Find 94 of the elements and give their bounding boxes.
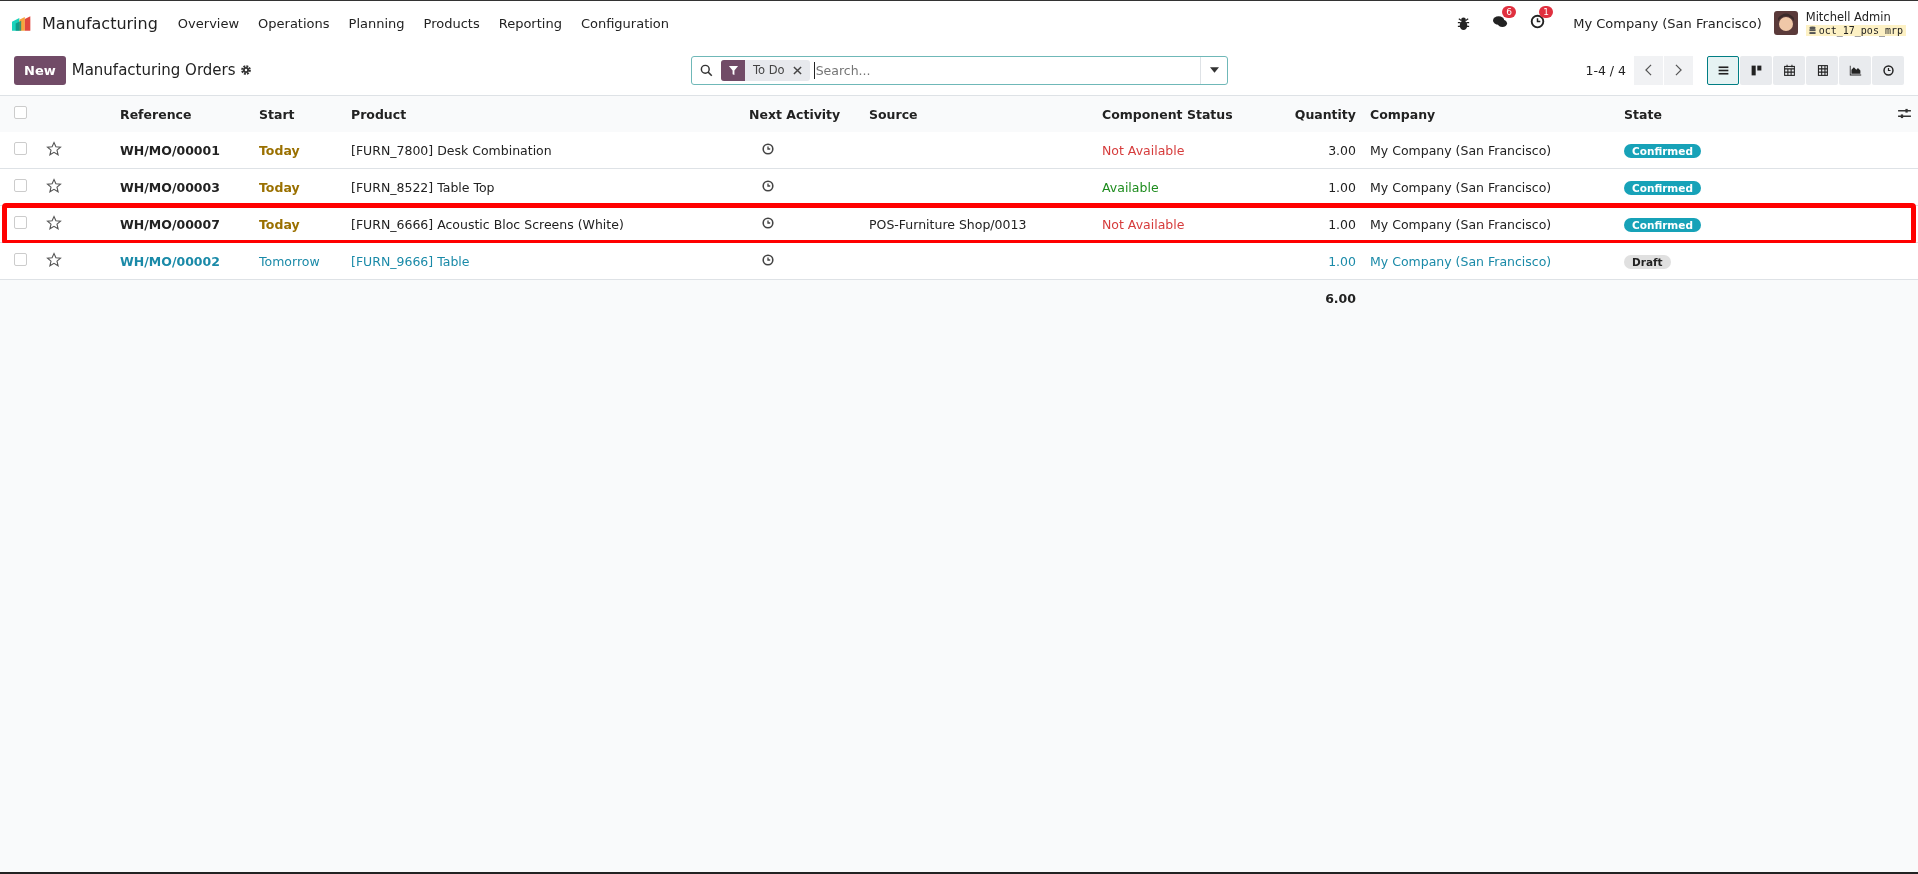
star-icon[interactable]: [46, 251, 62, 268]
company-cell-text: My Company (San Francisco): [1369, 253, 1553, 269]
state-tag: Confirmed: [1624, 217, 1701, 232]
activity-count-badge: 1: [1539, 6, 1553, 18]
search-bar[interactable]: To Do Search...: [691, 55, 1228, 85]
page-title: Manufacturing Orders: [71, 61, 236, 79]
state-tag: Draft: [1624, 254, 1671, 269]
source-cell: POS-Furniture Shop/0013: [869, 216, 1027, 232]
filter-icon: [727, 64, 739, 76]
caret-icon[interactable]: [1209, 67, 1219, 73]
start-date-cell-text: Tomorrow: [258, 253, 321, 269]
column-header[interactable]: Company: [1362, 106, 1616, 122]
facet-label: To Do: [753, 63, 785, 77]
star-icon[interactable]: [46, 177, 62, 194]
menu-item[interactable]: Reporting: [498, 15, 562, 31]
search-icon[interactable]: [700, 63, 713, 77]
pivot-view-button[interactable]: [1806, 55, 1838, 85]
start-date-cell-text: Today: [258, 142, 301, 158]
graph-view-button[interactable]: [1839, 55, 1871, 85]
star-icon[interactable]: [46, 140, 62, 157]
row-checkbox[interactable]: [14, 179, 27, 192]
column-header[interactable]: Source: [861, 106, 1094, 122]
kanban-view-button[interactable]: [1740, 55, 1772, 85]
menu-item[interactable]: Planning: [348, 15, 405, 31]
graph-view-icon: [1848, 63, 1862, 77]
quantity-cell-text: 1.00: [1327, 253, 1357, 269]
product-cell-text: [FURN_6666] Acoustic Bloc Screens (White): [350, 216, 625, 232]
kanban-view-icon: [1749, 63, 1763, 77]
start-date-cell-text: Today: [258, 216, 301, 232]
quantity-cell-text: 1.00: [1327, 179, 1357, 195]
state-tag: Confirmed: [1624, 143, 1701, 158]
user-name[interactable]: Mitchell Admin: [1805, 10, 1906, 24]
state-tag: Confirmed: [1624, 180, 1701, 195]
column-header[interactable]: Next Activity: [741, 106, 861, 122]
reference-cell[interactable]: WH/MO/00007: [112, 216, 251, 232]
database-icon: [1808, 26, 1816, 35]
column-header[interactable]: Product: [343, 106, 741, 122]
pivot-view-icon: [1815, 63, 1829, 77]
gear-icon[interactable]: [239, 64, 252, 76]
company-cell-text: My Company (San Francisco): [1369, 142, 1553, 158]
product-cell-text: [FURN_7800] Desk Combination: [350, 142, 553, 158]
company-cell-text: My Company (San Francisco): [1369, 179, 1553, 195]
filter-facet[interactable]: To Do: [721, 59, 810, 81]
quantity-total: 6.00: [1324, 290, 1357, 306]
chevron-right-icon: [1675, 64, 1682, 76]
column-header[interactable]: State: [1616, 106, 1890, 122]
component-status-cell: Not Available: [1102, 216, 1185, 232]
app-name[interactable]: Manufacturing: [42, 13, 158, 33]
column-header[interactable]: Component Status: [1094, 106, 1262, 122]
menu-item[interactable]: Configuration: [580, 15, 670, 31]
reference-cell[interactable]: WH/MO/00001: [112, 142, 251, 158]
reference-cell[interactable]: WH/MO/00003: [112, 179, 251, 195]
chat-icon[interactable]: [1493, 14, 1509, 29]
menu-item[interactable]: Overview: [177, 15, 240, 31]
column-header[interactable]: Start: [251, 106, 343, 122]
chevron-left-icon: [1645, 64, 1652, 76]
column-header[interactable]: Quantity: [1262, 106, 1362, 122]
star-icon[interactable]: [46, 214, 62, 231]
pager-counter[interactable]: 1-4 / 4: [1585, 62, 1626, 78]
message-count-badge: 6: [1502, 6, 1516, 18]
new-button[interactable]: New: [14, 55, 66, 85]
clock-icon[interactable]: [761, 178, 775, 193]
list-view-button[interactable]: [1707, 55, 1739, 85]
activity-view-icon: [1881, 63, 1895, 77]
column-header[interactable]: Reference: [112, 106, 251, 122]
row-checkbox[interactable]: [14, 216, 27, 229]
product-cell-text: [FURN_9666] Table: [350, 253, 471, 269]
menu-item[interactable]: Operations: [258, 15, 330, 31]
calendar-view-icon: [1782, 63, 1796, 77]
row-checkbox[interactable]: [14, 253, 27, 266]
list-view-icon: [1716, 63, 1730, 77]
component-status-cell: Not Available: [1102, 142, 1185, 158]
clock-icon[interactable]: [761, 141, 775, 156]
clock-icon[interactable]: [761, 252, 775, 267]
product-cell-text: [FURN_8522] Table Top: [350, 179, 496, 195]
quantity-cell-text: 3.00: [1327, 142, 1357, 158]
clock-icon[interactable]: [761, 215, 775, 230]
activity-view-button[interactable]: [1872, 55, 1904, 85]
bug-icon[interactable]: [1456, 15, 1472, 31]
database-name: oct_17_pos_mrp: [1805, 25, 1906, 36]
avatar-icon[interactable]: [1773, 11, 1798, 35]
clock-icon[interactable]: [1530, 14, 1546, 29]
company-cell-text: My Company (San Francisco): [1369, 216, 1553, 232]
component-status-cell: Available: [1102, 179, 1159, 195]
company-switcher[interactable]: My Company (San Francisco): [1573, 15, 1762, 31]
row-checkbox[interactable]: [14, 142, 27, 155]
sliders-icon[interactable]: [1898, 107, 1911, 119]
reference-cell[interactable]: WH/MO/00002: [112, 253, 251, 269]
quantity-cell-text: 1.00: [1327, 216, 1357, 232]
calendar-view-button[interactable]: [1773, 55, 1805, 85]
start-date-cell-text: Today: [258, 179, 301, 195]
menu-item[interactable]: Products: [423, 15, 480, 31]
close-icon[interactable]: [792, 65, 802, 75]
select-all-checkbox[interactable]: [14, 106, 27, 119]
